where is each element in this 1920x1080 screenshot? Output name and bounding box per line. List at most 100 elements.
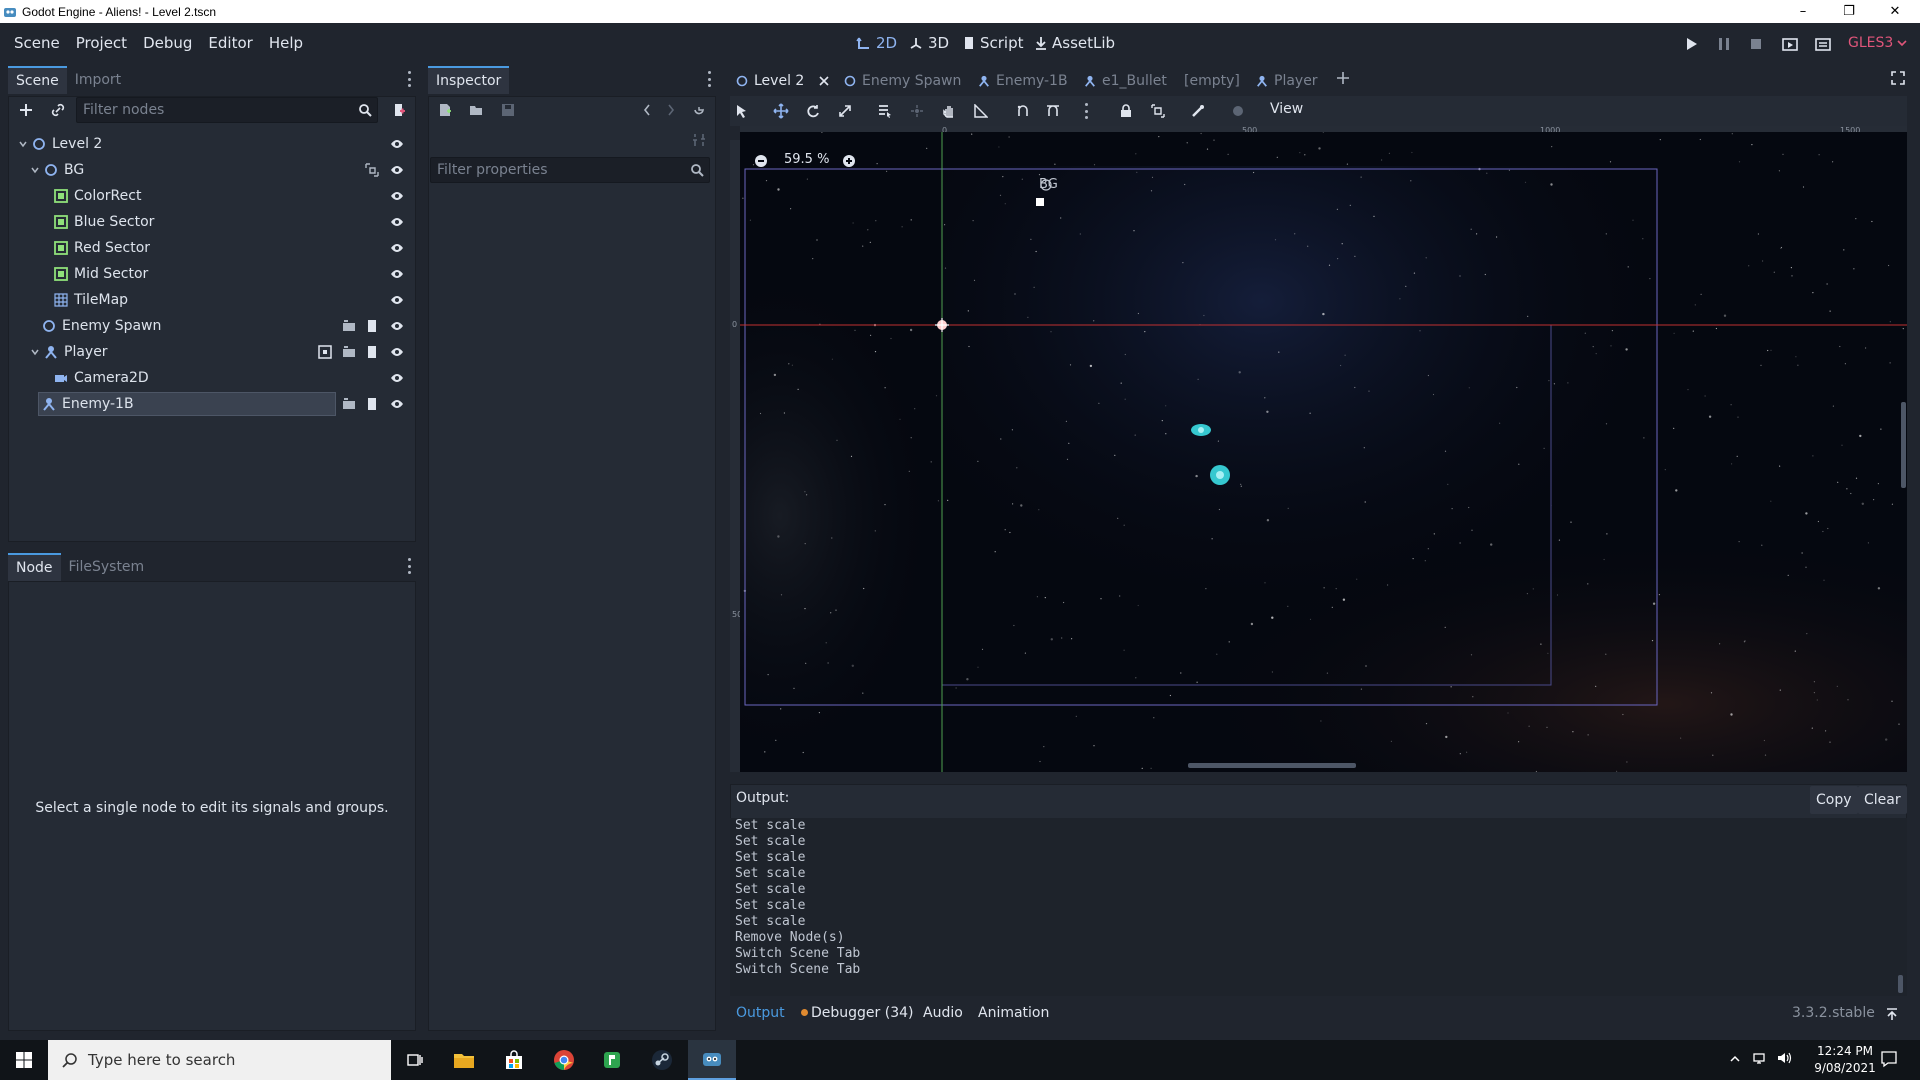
new-resource-icon[interactable] [437,102,453,118]
tree-item-enemy-spawn[interactable]: Enemy Spawn [42,314,161,338]
play-custom-scene-icon[interactable] [1812,33,1834,55]
visibility-eye-icon[interactable] [389,136,405,152]
instance-scene-icon[interactable] [50,102,66,118]
tab-scene[interactable]: Scene [8,66,67,94]
tab-empty[interactable]: [empty] [1184,66,1240,96]
bottom-tab-output[interactable]: Output [736,1005,785,1021]
visibility-eye-icon[interactable] [389,370,405,386]
visibility-eye-icon[interactable] [389,240,405,256]
tray-chevron-icon[interactable] [1729,1052,1741,1064]
task-view-icon[interactable] [391,1040,439,1080]
visibility-eye-icon[interactable] [389,162,405,178]
tab-enemy-spawn[interactable]: Enemy Spawn [844,66,961,96]
volume-icon[interactable] [1776,1050,1792,1066]
new-tab-icon[interactable] [1335,70,1351,86]
windows-start-icon[interactable] [0,1040,48,1080]
close-tab-icon[interactable] [818,75,830,87]
move-tool-icon[interactable] [769,99,793,123]
vertical-scrollbar[interactable] [1901,402,1906,488]
signal-connected-icon[interactable] [317,344,333,360]
pan-tool-icon[interactable] [937,99,961,123]
group-icon[interactable] [1146,99,1170,123]
clock-time[interactable]: 12:24 PM [1800,1044,1890,1058]
script-icon[interactable] [364,344,380,360]
stop-icon[interactable] [1745,33,1767,55]
pivot-tool-icon[interactable] [905,99,929,123]
open-scene-icon[interactable] [341,318,357,334]
visibility-eye-icon[interactable] [389,292,405,308]
filter-properties-input[interactable]: Filter properties [430,157,710,183]
chrome-icon[interactable] [540,1040,588,1080]
renderer-select[interactable]: GLES3 [1840,23,1915,63]
skeleton-icon[interactable] [1186,99,1210,123]
rotate-tool-icon[interactable] [801,99,825,123]
visibility-eye-icon[interactable] [389,266,405,282]
zoom-in-icon[interactable] [841,153,857,169]
aseprite-icon[interactable] [588,1040,636,1080]
expand-panel-icon[interactable] [1884,1006,1900,1022]
add-node-icon[interactable] [18,102,34,118]
tree-item-player[interactable]: Player [30,340,108,364]
bottom-tab-animation[interactable]: Animation [978,1005,1049,1021]
tree-item-level-2[interactable]: Level 2 [18,132,102,156]
save-icon[interactable] [500,102,516,118]
tools-icon[interactable] [691,132,707,148]
ruler-tool-icon[interactable] [969,99,993,123]
zoom-out-icon[interactable] [753,153,769,169]
pause-icon[interactable] [1713,33,1735,55]
visibility-eye-icon[interactable] [389,344,405,360]
node-dock-menu-icon[interactable] [406,558,412,574]
script-icon[interactable] [364,396,380,412]
distraction-free-icon[interactable] [1890,70,1906,86]
close-window-icon[interactable]: ✕ [1872,0,1918,23]
snap-options-menu-icon[interactable] [1083,103,1089,119]
minimize-icon[interactable]: – [1780,0,1826,23]
camera-override-icon[interactable] [1226,99,1250,123]
open-scene-icon[interactable] [341,344,357,360]
grid-snap-icon[interactable] [1041,99,1065,123]
menu-project[interactable]: Project [68,34,135,52]
tab-inspector[interactable]: Inspector [428,66,510,94]
menu-debug[interactable]: Debug [135,34,200,52]
output-log[interactable] [730,818,1907,996]
tree-item-bg[interactable]: BG [30,158,84,182]
workspace-2d[interactable]: 2D [848,23,905,63]
menu-scene[interactable]: Scene [6,34,68,52]
clock-date[interactable]: 9/08/2021 [1800,1061,1890,1075]
godot-taskbar-icon[interactable] [688,1040,736,1080]
workspace-3d[interactable]: 3D [900,23,957,63]
menu-editor[interactable]: Editor [200,34,260,52]
history-icon[interactable] [691,102,707,118]
select-tool-icon[interactable] [730,99,754,123]
open-scene-icon[interactable] [341,396,357,412]
script-icon[interactable] [364,318,380,334]
attach-script-icon[interactable] [391,102,407,118]
lock-icon[interactable] [1114,99,1138,123]
tree-item-red-sector[interactable]: Red Sector [54,236,150,260]
tab-node[interactable]: Node [8,553,61,581]
steam-icon[interactable] [638,1040,686,1080]
bottom-tab-debugger[interactable]: Debugger (34) [811,1005,913,1021]
filter-nodes-input[interactable]: Filter nodes [76,97,378,123]
tab-e1-bullet[interactable]: e1_Bullet [1084,66,1167,96]
zoom-level[interactable]: 59.5 % [784,152,829,167]
menu-help[interactable]: Help [261,34,311,52]
history-back-icon[interactable] [639,102,655,118]
group-selected-icon[interactable] [364,162,380,178]
workspace-assetlib[interactable]: AssetLib [1026,23,1123,63]
play-scene-icon[interactable] [1779,33,1801,55]
scale-tool-icon[interactable] [833,99,857,123]
view-menu[interactable]: View [1270,101,1303,117]
output-scrollbar[interactable] [1898,975,1903,993]
play-icon[interactable] [1680,33,1702,55]
history-forward-icon[interactable] [663,102,679,118]
list-select-tool-icon[interactable] [873,99,897,123]
scene-dock-menu-icon[interactable] [406,71,412,87]
tree-item-blue-sector[interactable]: Blue Sector [54,210,154,234]
visibility-eye-icon[interactable] [389,318,405,334]
visibility-eye-icon[interactable] [389,214,405,230]
tree-item-mid-sector[interactable]: Mid Sector [54,262,148,286]
smart-snap-icon[interactable] [1011,99,1035,123]
tab-player[interactable]: Player [1256,66,1318,96]
copy-button[interactable]: Copy [1810,786,1858,814]
